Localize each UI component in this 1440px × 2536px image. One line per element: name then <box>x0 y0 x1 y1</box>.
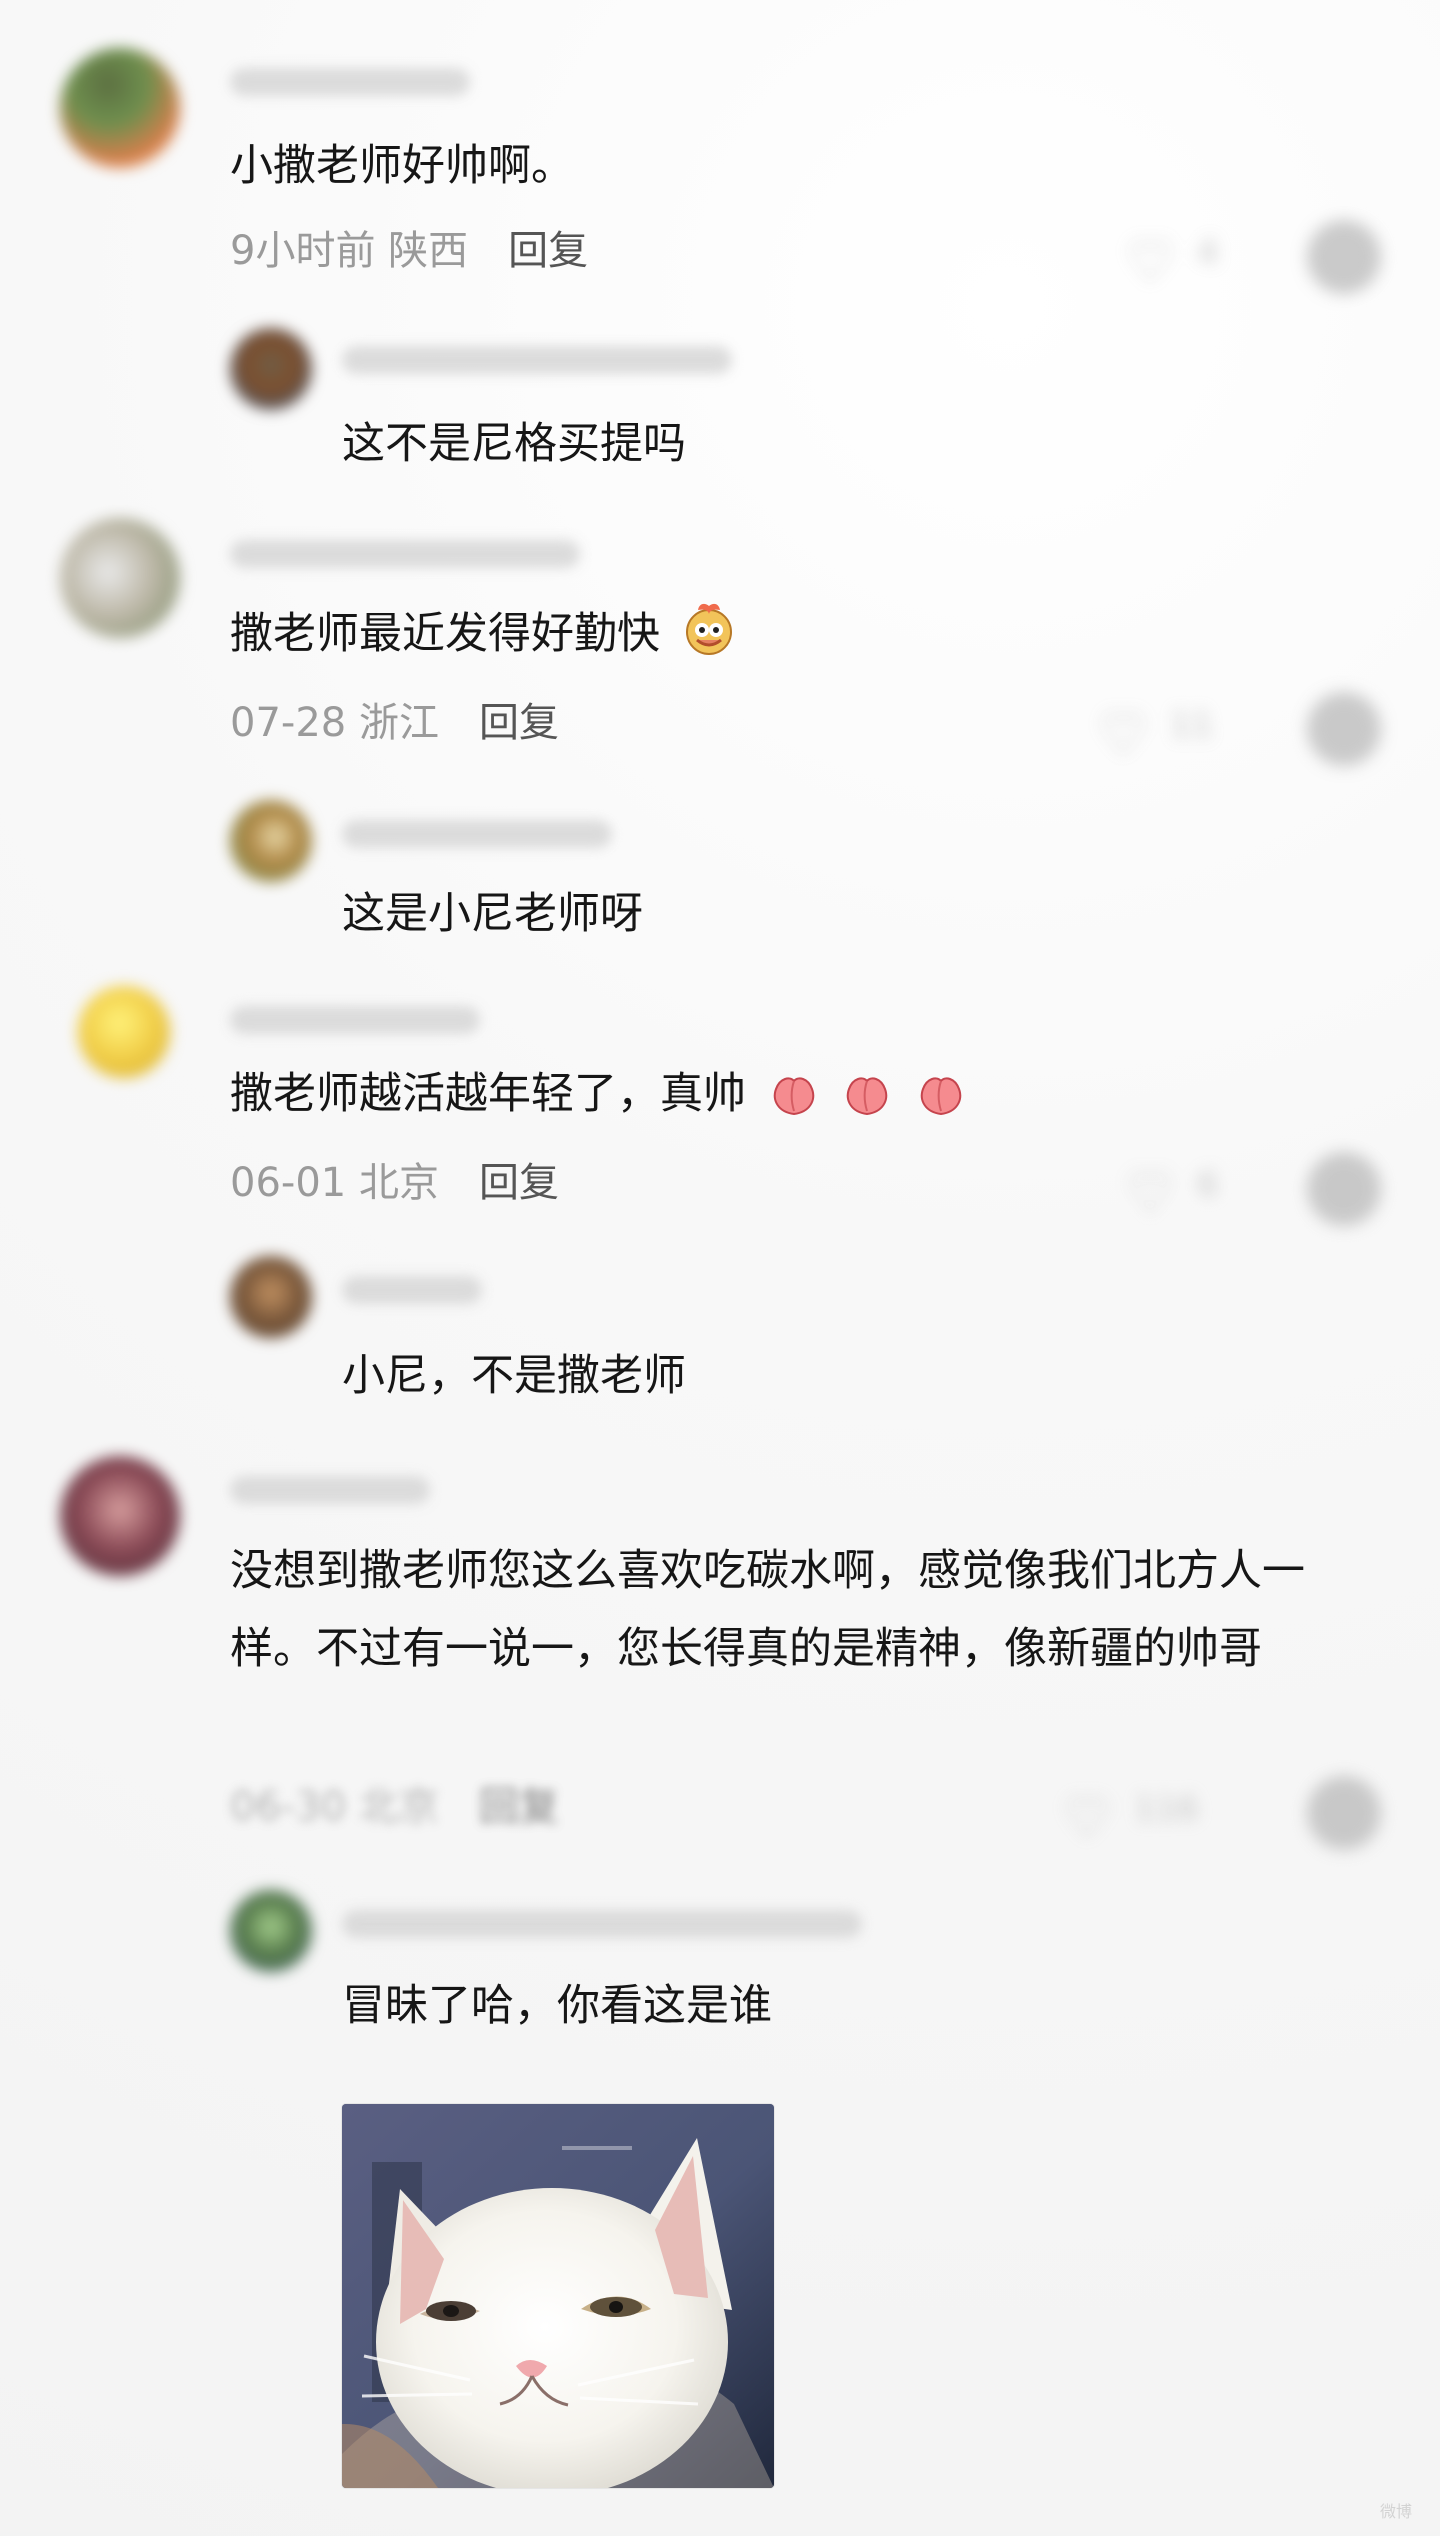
avatar[interactable] <box>60 48 180 168</box>
comment-meta: 06-01 北京 回复 <box>230 1150 559 1208</box>
like-button[interactable]: ♡ 4 <box>1125 220 1245 295</box>
reply-avatar[interactable] <box>230 328 312 410</box>
comment-text-content: 撒老师最近发得好勤快 <box>230 609 660 659</box>
reply-text: 这不是尼格买提吗 <box>342 419 686 469</box>
reply-username-blurred[interactable] <box>342 346 732 374</box>
more-options-button[interactable] <box>1307 692 1381 766</box>
reply-avatar[interactable] <box>230 1256 312 1338</box>
comment-time-location: 06-30 北京 <box>230 1784 439 1830</box>
comment-text: 撒老师越活越年轻了，真帅 <box>230 1054 967 1134</box>
reply-avatar[interactable] <box>230 1890 312 1972</box>
smiling-face-emoji-icon <box>680 600 738 658</box>
like-count: 4 <box>1197 233 1219 273</box>
reply-username-blurred[interactable] <box>342 1276 482 1304</box>
cat-photo-icon <box>342 2104 774 2488</box>
username-blurred[interactable] <box>230 1476 430 1504</box>
like-button[interactable]: ♡ 116 <box>1062 1776 1232 1851</box>
avatar[interactable] <box>60 518 180 638</box>
comment-time-location: 06-01 北京 <box>230 1160 439 1206</box>
reply-text: 这是小尼老师呀 <box>342 889 643 939</box>
comment-thread: 小撒老师好帅啊。 9小时前 陕西 回复 ♡ 4 这不是尼格买提吗 撒老师最近发得… <box>0 0 1440 2536</box>
reply-avatar[interactable] <box>230 800 312 882</box>
reply-text: 冒昧了哈，你看这是谁 <box>342 1981 772 2031</box>
username-blurred[interactable] <box>230 540 580 568</box>
reply-button[interactable]: 回复 <box>479 1774 559 1832</box>
reply-button[interactable]: 回复 <box>479 1150 559 1208</box>
heart-icon: ♡ <box>1062 1786 1113 1851</box>
comment-time-location: 07-28 浙江 <box>230 700 439 746</box>
peach-emoji-icon <box>841 1064 893 1116</box>
reply-username-blurred[interactable] <box>342 1910 862 1938</box>
heart-icon: ♡ <box>1125 230 1176 295</box>
username-blurred[interactable] <box>230 68 470 96</box>
reply-username-blurred[interactable] <box>342 820 612 848</box>
cat-reply-image[interactable] <box>342 2104 774 2488</box>
avatar[interactable] <box>60 1456 180 1576</box>
comment-meta: 9小时前 陕西 回复 <box>230 218 588 276</box>
peach-emoji-icon <box>915 1064 967 1116</box>
reply-button[interactable]: 回复 <box>508 218 588 276</box>
peach-emoji-icon <box>768 1064 820 1116</box>
comment-text-content: 撒老师越活越年轻了，真帅 <box>230 1069 746 1119</box>
more-options-button[interactable] <box>1307 1776 1381 1850</box>
heart-icon: ♡ <box>1125 1162 1176 1227</box>
avatar[interactable] <box>78 986 170 1078</box>
like-count: 116 <box>1134 1789 1199 1829</box>
comment-meta: 07-28 浙江 回复 <box>230 690 559 748</box>
watermark-logo: 微博 <box>1379 2502 1412 2521</box>
username-blurred[interactable] <box>230 1006 480 1034</box>
more-options-button[interactable] <box>1307 1152 1381 1226</box>
comment-text: 没想到撒老师您这么喜欢吃碳水啊，感觉像我们北方人一样。不过有一说一，您长得真的是… <box>230 1546 1305 1674</box>
comment-time-location: 9小时前 陕西 <box>230 228 469 274</box>
heart-icon: ♡ <box>1098 702 1149 767</box>
reply-text: 小尼，不是撒老师 <box>342 1351 686 1401</box>
like-count: 6 <box>1197 1165 1219 1205</box>
more-options-button[interactable] <box>1307 220 1381 294</box>
comment-text: 撒老师最近发得好勤快 <box>230 594 738 674</box>
like-button[interactable]: ♡ 11 <box>1098 692 1218 767</box>
like-button[interactable]: ♡ 6 <box>1125 1152 1245 1227</box>
comment-text: 小撒老师好帅啊。 <box>230 141 574 191</box>
comment-meta: 06-30 北京 回复 <box>230 1774 559 1832</box>
reply-button[interactable]: 回复 <box>479 690 559 748</box>
like-count: 11 <box>1170 705 1214 745</box>
